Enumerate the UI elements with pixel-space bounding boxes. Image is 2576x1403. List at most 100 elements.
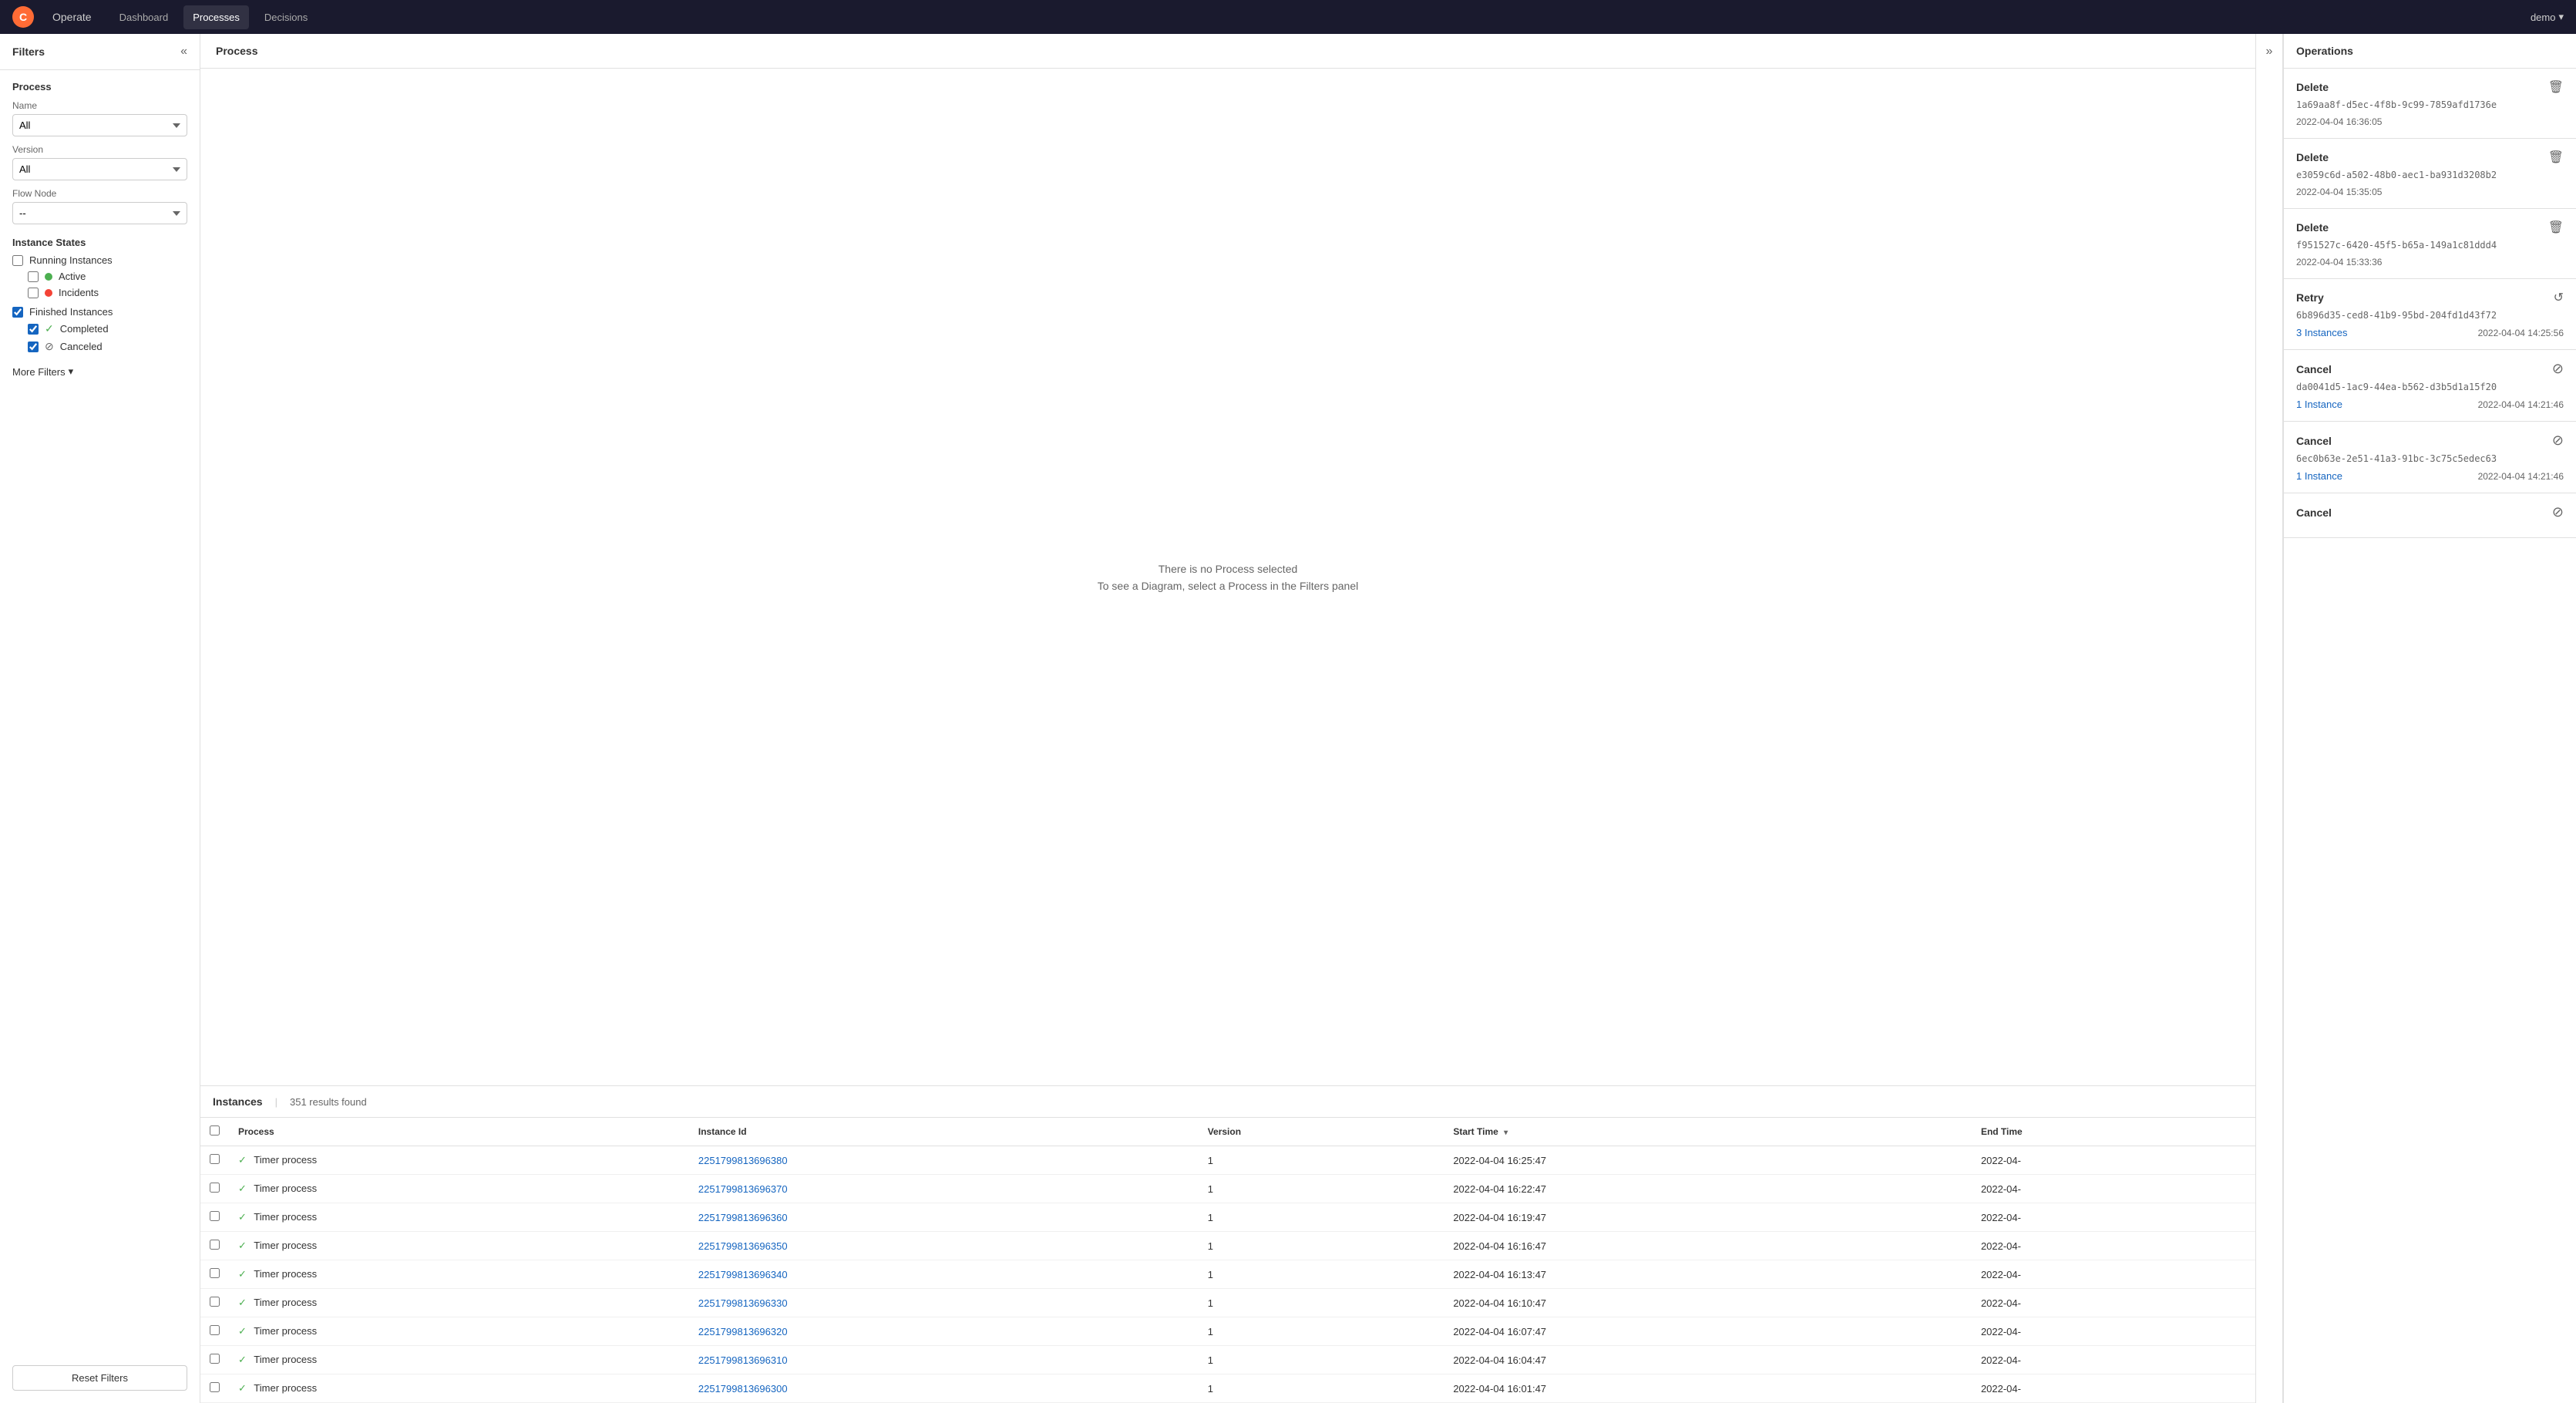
- operation-name: Cancel: [2296, 363, 2332, 375]
- operation-id: 6ec0b63e-2e51-41a3-91bc-3c75c5edec63: [2296, 453, 2564, 464]
- row-checkbox[interactable]: [210, 1240, 220, 1250]
- row-instance-id: 2251799813696320: [689, 1317, 1199, 1346]
- instance-id-link[interactable]: 2251799813696310: [698, 1354, 788, 1366]
- table-row: ✓ Timer process 2251799813696360 1 2022-…: [200, 1203, 2255, 1232]
- flow-node-select[interactable]: --: [12, 202, 187, 224]
- operation-instances-link[interactable]: 3 Instances: [2296, 327, 2348, 338]
- main-layout: Filters « Process Name All Version All F…: [0, 34, 2576, 1403]
- operation-instances-link[interactable]: 1 Instance: [2296, 470, 2342, 482]
- completed-row-icon: ✓: [238, 1211, 247, 1223]
- row-checkbox[interactable]: [210, 1154, 220, 1164]
- operation-id: 1a69aa8f-d5ec-4f8b-9c99-7859afd1736e: [2296, 99, 2564, 110]
- row-instance-id: 2251799813696330: [689, 1289, 1199, 1317]
- filters-panel: Filters « Process Name All Version All F…: [0, 34, 200, 1403]
- row-version: 1: [1199, 1346, 1444, 1374]
- select-all-header: [200, 1118, 229, 1146]
- completed-checkbox[interactable]: [28, 324, 39, 335]
- instance-id-link[interactable]: 2251799813696380: [698, 1155, 788, 1166]
- select-all-checkbox[interactable]: [210, 1125, 220, 1136]
- operations-header: Operations: [2284, 34, 2576, 69]
- operation-id: 6b896d35-ced8-41b9-95bd-204fd1d43f72: [2296, 310, 2564, 321]
- row-version: 1: [1199, 1203, 1444, 1232]
- row-process: ✓ Timer process: [229, 1289, 689, 1317]
- instance-id-link[interactable]: 2251799813696370: [698, 1183, 788, 1195]
- instance-id-link[interactable]: 2251799813696320: [698, 1326, 788, 1337]
- operation-instances-link[interactable]: 1 Instance: [2296, 399, 2342, 410]
- active-checkbox[interactable]: [28, 271, 39, 282]
- row-end-time: 2022-04-: [1972, 1289, 2255, 1317]
- nav-link-decisions[interactable]: Decisions: [255, 5, 317, 29]
- nav-link-processes[interactable]: Processes: [183, 5, 249, 29]
- instance-id-link[interactable]: 2251799813696330: [698, 1297, 788, 1309]
- row-process-name: Timer process: [254, 1268, 317, 1280]
- incidents-checkbox[interactable]: [28, 288, 39, 298]
- name-label: Name: [12, 100, 187, 111]
- canceled-icon: ⊘: [45, 340, 54, 353]
- instance-id-link[interactable]: 2251799813696340: [698, 1269, 788, 1280]
- row-checkbox[interactable]: [210, 1211, 220, 1221]
- operation-item: Delete 🗑 1a69aa8f-d5ec-4f8b-9c99-7859afd…: [2284, 69, 2576, 139]
- row-end-time: 2022-04-: [1972, 1232, 2255, 1260]
- running-instances-checkbox[interactable]: [12, 255, 23, 266]
- row-checkbox[interactable]: [210, 1297, 220, 1307]
- table-row: ✓ Timer process 2251799813696310 1 2022-…: [200, 1346, 2255, 1374]
- row-checkbox[interactable]: [210, 1325, 220, 1335]
- completed-row-icon: ✓: [238, 1240, 247, 1251]
- row-process: ✓ Timer process: [229, 1232, 689, 1260]
- row-checkbox[interactable]: [210, 1354, 220, 1364]
- cancel-icon[interactable]: ⊘: [2552, 504, 2564, 520]
- row-start-time: 2022-04-04 16:10:47: [1444, 1289, 1972, 1317]
- operation-name: Delete: [2296, 81, 2329, 93]
- canceled-checkbox[interactable]: [28, 341, 39, 352]
- col-start-time[interactable]: Start Time ▾: [1444, 1118, 1972, 1146]
- row-process: ✓ Timer process: [229, 1260, 689, 1289]
- operation-top: Delete 🗑: [2296, 220, 2564, 235]
- finished-instances-checkbox[interactable]: [12, 307, 23, 318]
- row-end-time: 2022-04-: [1972, 1374, 2255, 1403]
- completed-row-icon: ✓: [238, 1154, 247, 1166]
- operation-item: Retry ↺ 6b896d35-ced8-41b9-95bd-204fd1d4…: [2284, 279, 2576, 350]
- delete-icon[interactable]: 🗑: [2548, 220, 2564, 235]
- instance-id-link[interactable]: 2251799813696300: [698, 1383, 788, 1395]
- retry-icon[interactable]: ↺: [2554, 290, 2564, 305]
- operation-item: Delete 🗑 f951527c-6420-45f5-b65a-149a1c8…: [2284, 209, 2576, 279]
- row-end-time: 2022-04-: [1972, 1146, 2255, 1175]
- instance-id-link[interactable]: 2251799813696360: [698, 1212, 788, 1223]
- process-name-select[interactable]: All: [12, 114, 187, 136]
- delete-icon[interactable]: 🗑: [2548, 79, 2564, 95]
- user-menu[interactable]: demo ▾: [2531, 11, 2564, 23]
- delete-icon[interactable]: 🗑: [2548, 150, 2564, 165]
- row-checkbox[interactable]: [210, 1268, 220, 1278]
- row-checkbox[interactable]: [210, 1382, 220, 1392]
- operation-time: 2022-04-04 16:36:05: [2296, 116, 2382, 127]
- row-start-time: 2022-04-04 16:19:47: [1444, 1203, 1972, 1232]
- instance-id-link[interactable]: 2251799813696350: [698, 1240, 788, 1252]
- process-header: Process: [200, 34, 2255, 69]
- canceled-label: Canceled: [60, 341, 103, 352]
- nav-link-dashboard[interactable]: Dashboard: [110, 5, 178, 29]
- app-brand: Operate: [52, 11, 92, 23]
- collapse-filters-button[interactable]: «: [180, 45, 187, 59]
- row-process-name: Timer process: [254, 1154, 317, 1166]
- row-version: 1: [1199, 1232, 1444, 1260]
- more-filters-button[interactable]: More Filters ▾: [12, 359, 187, 384]
- cancel-icon[interactable]: ⊘: [2552, 361, 2564, 377]
- process-version-select[interactable]: All: [12, 158, 187, 180]
- table-row: ✓ Timer process 2251799813696330 1 2022-…: [200, 1289, 2255, 1317]
- filters-header: Filters «: [0, 34, 200, 70]
- reset-filters-button[interactable]: Reset Filters: [12, 1365, 187, 1391]
- operation-item: Cancel ⊘ 6ec0b63e-2e51-41a3-91bc-3c75c5e…: [2284, 422, 2576, 493]
- cancel-icon[interactable]: ⊘: [2552, 432, 2564, 449]
- expand-operations-button[interactable]: »: [2266, 45, 2273, 59]
- row-end-time: 2022-04-: [1972, 1175, 2255, 1203]
- col-end-time: End Time: [1972, 1118, 2255, 1146]
- operation-top: Delete 🗑: [2296, 79, 2564, 95]
- operation-id: f951527c-6420-45f5-b65a-149a1c81ddd4: [2296, 240, 2564, 251]
- row-checkbox[interactable]: [210, 1183, 220, 1193]
- row-start-time: 2022-04-04 16:04:47: [1444, 1346, 1972, 1374]
- row-checkbox-cell: [200, 1175, 229, 1203]
- instance-states-title: Instance States: [12, 237, 187, 248]
- instances-title: Instances: [213, 1095, 263, 1108]
- row-process: ✓ Timer process: [229, 1317, 689, 1346]
- operation-time: 2022-04-04 14:21:46: [2478, 399, 2564, 410]
